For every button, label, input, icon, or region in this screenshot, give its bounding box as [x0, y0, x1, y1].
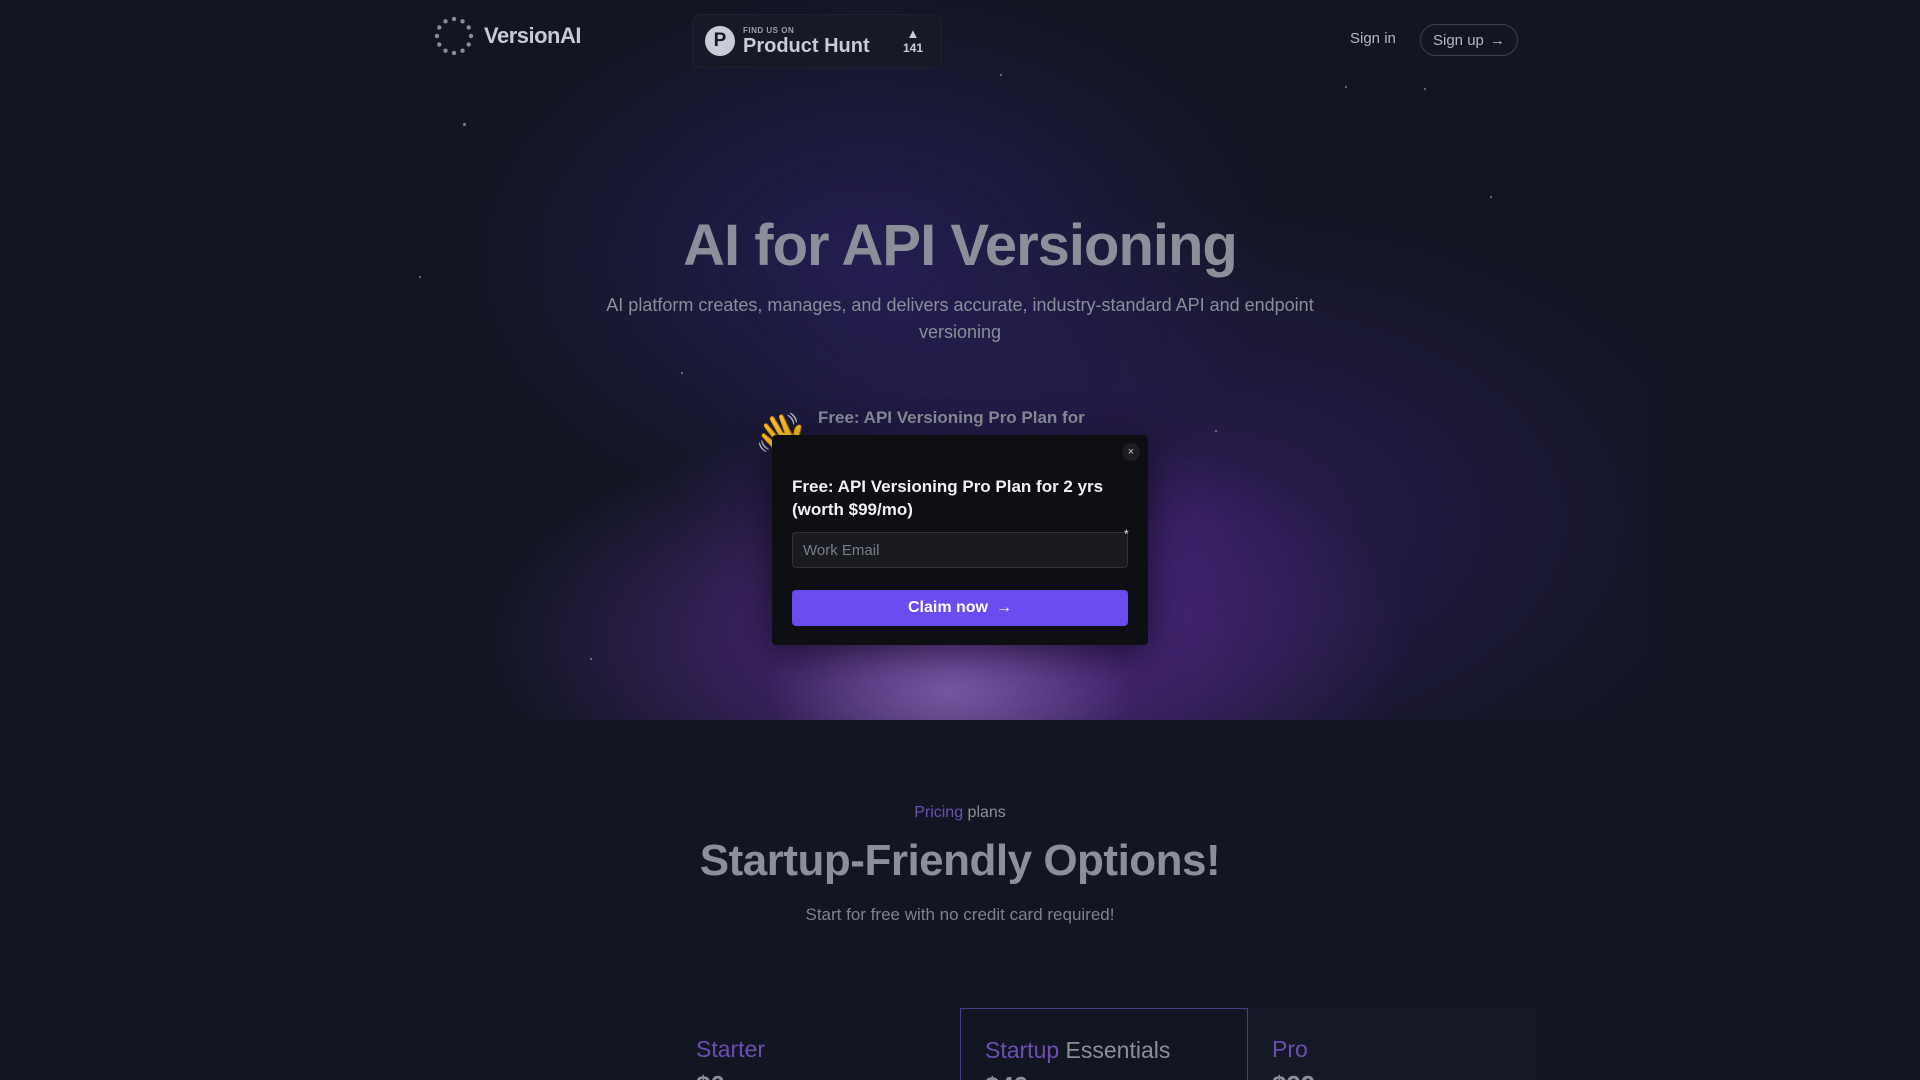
modal-title: Free: API Versioning Pro Plan for 2 yrs …	[792, 477, 1104, 519]
spinner-dots-icon	[434, 16, 474, 56]
product-hunt-votes: ▲ 141	[902, 26, 923, 56]
triangle-up-icon: ▲	[906, 26, 920, 41]
hero-subtitle: AI platform creates, manages, and delive…	[606, 295, 1314, 342]
star-decoration	[463, 123, 466, 126]
plan-name: Startup Essentials	[985, 1037, 1170, 1064]
star-decoration	[1424, 88, 1426, 90]
claim-now-button[interactable]: Claim now →	[792, 590, 1128, 626]
star-decoration	[1345, 86, 1347, 88]
vote-count: 141	[902, 41, 923, 55]
plan-name-accent: Pro	[1272, 1036, 1308, 1062]
close-icon[interactable]: ×	[1122, 443, 1140, 461]
star-decoration	[681, 372, 683, 374]
plan-name: Pro	[1272, 1036, 1308, 1063]
product-hunt-badge[interactable]: P FIND US ON Product Hunt ▲ 141	[692, 14, 942, 68]
sign-in-link[interactable]: Sign in	[1350, 30, 1396, 47]
claim-now-label: Claim now	[907, 599, 988, 616]
plan-name-accent: Startup	[985, 1037, 1060, 1063]
plan-price: $0	[696, 1070, 725, 1080]
arrow-right-icon: →	[996, 599, 1012, 616]
star-decoration	[1490, 196, 1492, 198]
plan-price: $99	[1272, 1070, 1315, 1080]
pricing-eyebrow: Pricing plans	[0, 804, 1920, 822]
promo-heading-behind-modal: Free: API Versioning Pro Plan for	[818, 408, 1085, 427]
arrow-right-icon: →	[1489, 31, 1505, 49]
pricing-eyebrow-rest: plans	[967, 804, 1006, 821]
work-email-input[interactable]	[792, 532, 1128, 568]
brand-name: VersionAI	[484, 23, 581, 48]
plan-card-starter[interactable]: Starter $0	[672, 1008, 960, 1080]
plan-name: Starter	[696, 1036, 765, 1063]
required-asterisk: *	[1124, 527, 1129, 541]
pricing-title: Startup-Friendly Options!	[699, 836, 1221, 885]
promo-modal: × Free: API Versioning Pro Plan for 2 yr…	[772, 435, 1148, 645]
product-hunt-logo-icon: P	[705, 26, 735, 56]
plan-name-rest: Essentials	[1065, 1037, 1171, 1063]
product-hunt-kicker: FIND US ON	[743, 25, 795, 35]
star-decoration	[1215, 430, 1217, 432]
pricing-subtitle: Start for free with no credit card requi…	[805, 905, 1115, 924]
plan-card-startup-essentials[interactable]: Startup Essentials $49	[960, 1008, 1248, 1080]
sign-up-button[interactable]: Sign up →	[1420, 24, 1518, 56]
plan-card-pro[interactable]: Pro $99	[1248, 1008, 1536, 1080]
sign-up-label: Sign up	[1433, 31, 1484, 49]
plan-price: $49	[985, 1071, 1028, 1080]
brand-logo[interactable]: VersionAI	[434, 16, 581, 56]
product-hunt-name: Product Hunt	[743, 34, 870, 57]
plan-name-accent: Starter	[696, 1036, 766, 1062]
top-navigation: VersionAI P FIND US ON Product Hunt ▲ 14…	[0, 0, 1920, 80]
star-decoration	[590, 658, 592, 660]
pricing-eyebrow-accent: Pricing	[914, 804, 964, 821]
hero-title: AI for API Versioning	[683, 213, 1238, 278]
